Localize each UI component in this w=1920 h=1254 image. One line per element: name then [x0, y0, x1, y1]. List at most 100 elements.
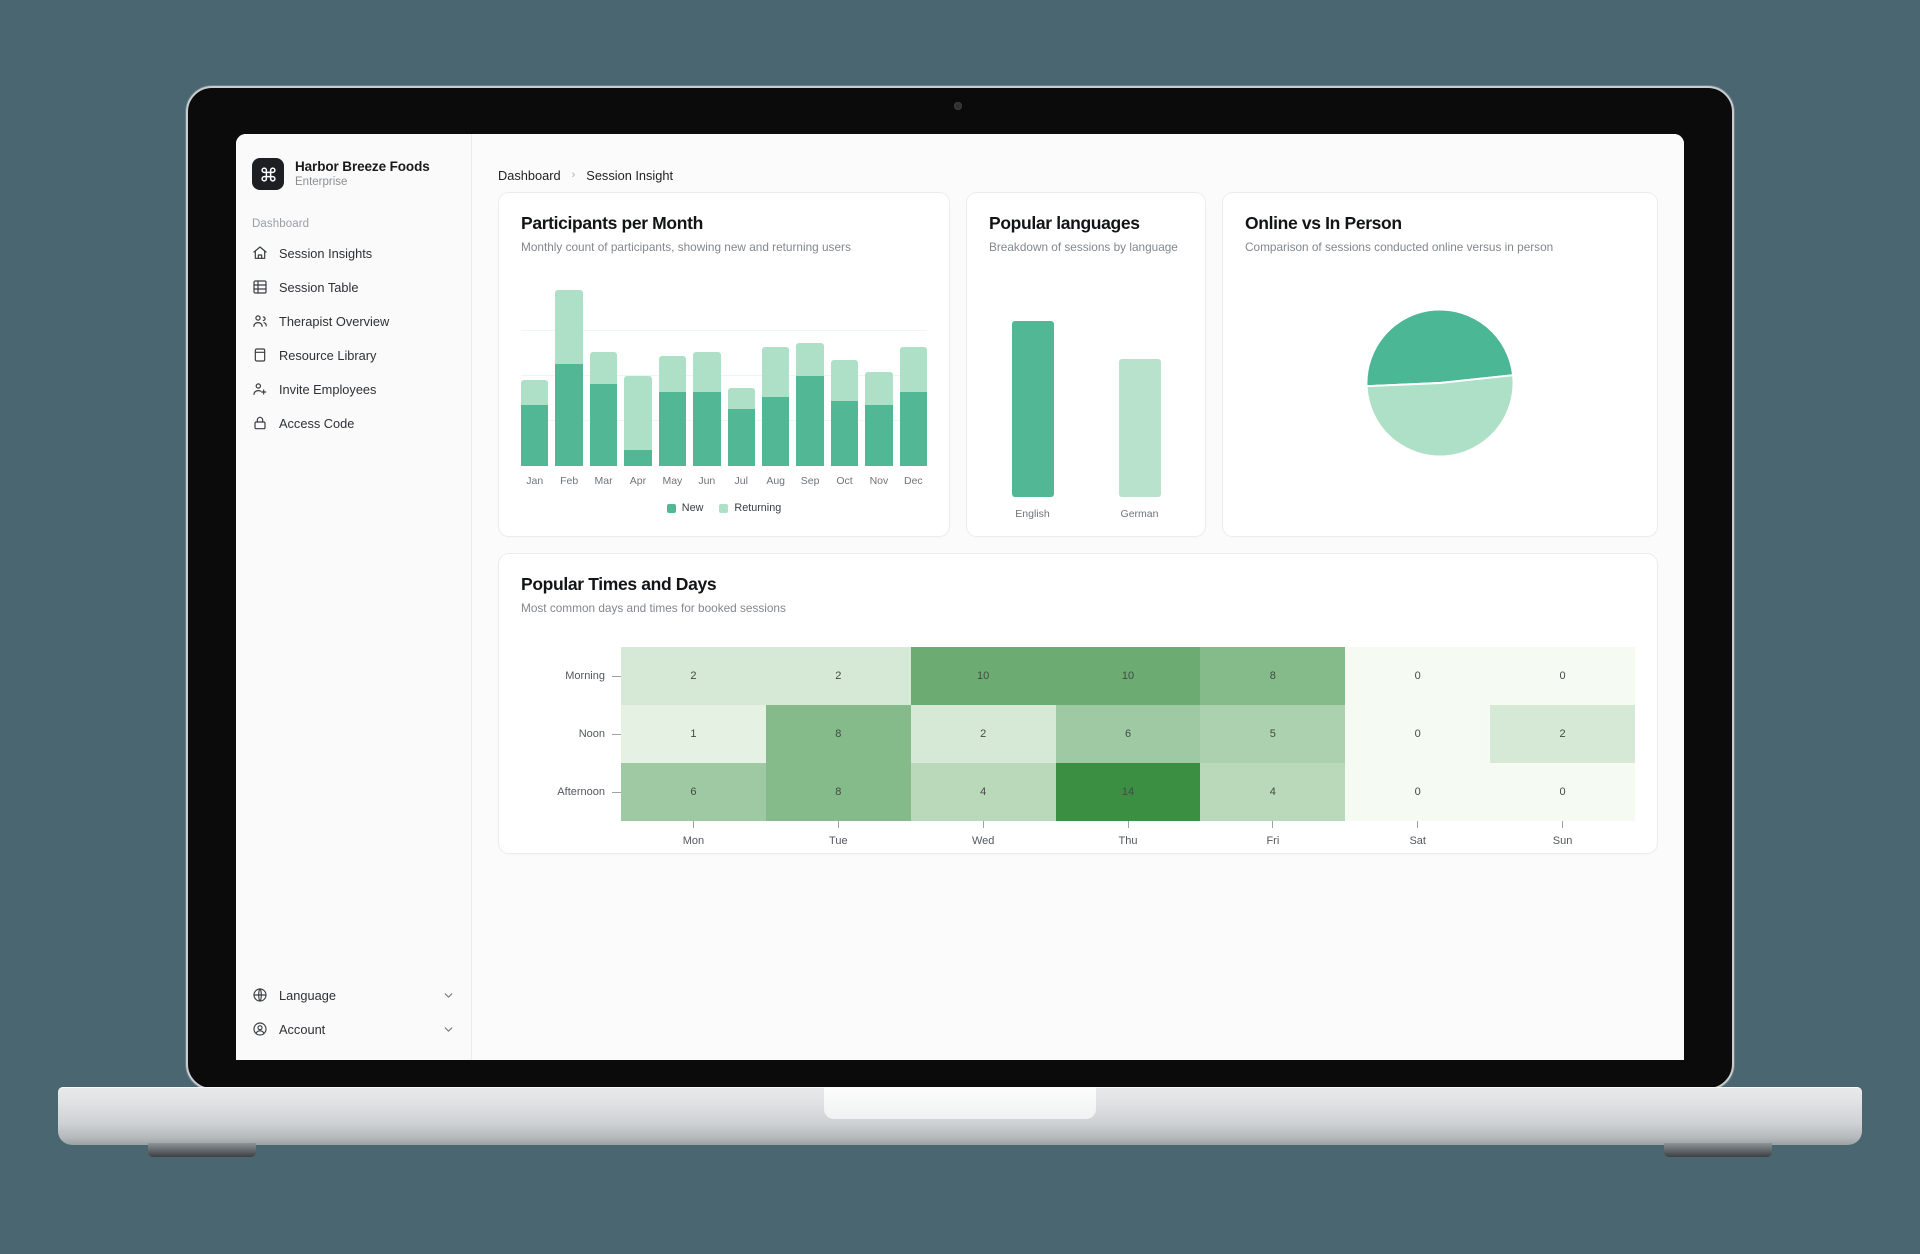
x-axis-tick: Mon — [621, 821, 766, 847]
bar-series — [521, 286, 928, 467]
bar-column[interactable] — [693, 286, 721, 467]
table-icon — [252, 279, 268, 295]
sidebar-footer-account[interactable]: Account — [236, 1012, 471, 1046]
bar-segment-returning — [693, 351, 721, 393]
sidebar-item-resource-library[interactable]: Resource Library — [236, 338, 471, 372]
laptop-mockup: Harbor Breeze Foods Enterprise Dashboard… — [0, 0, 1920, 1254]
x-axis-tick-label: Dec — [904, 475, 923, 488]
heatmap-cell[interactable]: 0 — [1345, 763, 1491, 822]
participants-x-axis-labels: Jan Feb Mar Apr May Jun Jul Aug Sep Oct Nov Dec — [521, 475, 927, 487]
x-axis-tick-label: Sat — [1409, 835, 1426, 848]
bar-column[interactable] — [865, 286, 893, 467]
legend-item[interactable]: New — [666, 502, 703, 514]
bar-column[interactable] — [624, 286, 652, 467]
language-bar[interactable] — [1118, 358, 1161, 498]
bar-column[interactable] — [521, 286, 549, 467]
heatmap-cell[interactable]: 0 — [1345, 705, 1491, 764]
sidebar-item-session-insights[interactable]: Session Insights — [236, 236, 471, 270]
x-axis-tick-label: Sep — [800, 475, 820, 488]
heatmap-cell[interactable]: 5 — [1200, 705, 1346, 764]
card-subtitle: Monthly count of participants, showing n… — [521, 240, 851, 254]
bar-segment-returning — [658, 355, 687, 393]
pie-slice[interactable]: Online — [1365, 308, 1515, 388]
axis-tick-mark — [692, 821, 694, 829]
heatmap-cell[interactable]: 4 — [1200, 763, 1346, 822]
heatmap-grid: 2 2 10 10 8 0 0 1 8 2 6 5 0 2 6 8 4 14 4 0 0 — [621, 647, 1636, 822]
bar-segment-new — [624, 449, 652, 467]
brand-plan: Enterprise — [295, 175, 348, 188]
sidebar-item-therapist-overview[interactable]: Therapist Overview — [236, 304, 471, 338]
sidebar-footer-language[interactable]: Language — [236, 978, 471, 1012]
sidebar-item-access-code[interactable]: Access Code — [236, 406, 471, 440]
bar-column[interactable] — [830, 286, 859, 467]
bar-segment-new — [727, 408, 755, 467]
heatmap-cell[interactable]: 2 — [910, 705, 1056, 764]
heatmap-cell[interactable]: 2 — [765, 647, 911, 706]
bar-column[interactable] — [658, 286, 687, 467]
breadcrumb: Dashboard › Session Insight — [472, 134, 1684, 192]
bar-column[interactable] — [761, 286, 790, 467]
heatmap-cell[interactable]: 8 — [1200, 647, 1346, 706]
bar-column[interactable] — [589, 286, 618, 467]
main-content: Dashboard › Session Insight Participants… — [472, 134, 1684, 1060]
heatmap-cell[interactable]: 0 — [1490, 647, 1636, 706]
y-axis-tick-text: Afternoon — [557, 786, 605, 799]
legend-item[interactable]: Returning — [719, 502, 781, 514]
heatmap-cell[interactable]: 14 — [1055, 763, 1201, 822]
bar-column[interactable] — [796, 286, 824, 467]
laptop-trackpad-notch — [824, 1087, 1096, 1119]
bar-segment-returning — [555, 290, 583, 364]
heatmap-cell[interactable]: 8 — [765, 705, 911, 764]
heatmap-row: 6 8 4 14 4 0 0 — [621, 763, 1636, 822]
heatmap-cell[interactable]: 2 — [621, 647, 766, 706]
heatmap-cell[interactable]: 1 — [621, 705, 766, 764]
charts-row: Participants per Month Monthly count of … — [498, 192, 1658, 538]
chevron-down-icon[interactable] — [442, 1023, 455, 1036]
users-icon — [252, 313, 268, 329]
chevron-down-icon[interactable] — [442, 989, 455, 1002]
heatmap-cell[interactable]: 10 — [1055, 647, 1201, 706]
heatmap-cell[interactable]: 6 — [1055, 705, 1201, 764]
bar-column[interactable] — [555, 286, 583, 467]
card-popular-languages: Popular languages Breakdown of sessions … — [966, 192, 1206, 538]
legend-swatch — [666, 503, 676, 513]
x-axis-tick-label: Mar — [594, 475, 613, 488]
x-axis-tick-label: May — [662, 475, 683, 488]
axis-tick-mark — [612, 733, 621, 735]
x-axis-tick-label: Fri — [1266, 835, 1280, 848]
breadcrumb-root[interactable]: Dashboard — [498, 168, 561, 183]
sidebar-item-label: Session Insights — [279, 245, 373, 261]
heatmap-cell[interactable]: 2 — [1490, 705, 1636, 764]
brand-block[interactable]: Harbor Breeze Foods Enterprise — [236, 148, 471, 198]
heatmap-row: 2 2 10 10 8 0 0 — [621, 647, 1636, 706]
heatmap-cell[interactable]: 10 — [910, 647, 1056, 706]
chevron-right-icon: › — [571, 169, 576, 181]
axis-tick-mark — [1562, 821, 1564, 829]
sidebar-item-invite-employees[interactable]: Invite Employees — [236, 372, 471, 406]
heatmap-cell[interactable]: 4 — [910, 763, 1056, 822]
heatmap-cell[interactable]: 8 — [765, 763, 911, 822]
sidebar-footer: Language Account — [236, 978, 471, 1060]
bar-segment-new — [899, 392, 928, 467]
heatmap-cell[interactable]: 0 — [1345, 647, 1491, 706]
bar-column[interactable] — [727, 286, 755, 467]
sidebar-item-session-table[interactable]: Session Table — [236, 270, 471, 304]
command-logo-icon — [252, 158, 284, 190]
sidebar-section-label: Dashboard — [252, 218, 310, 230]
sidebar: Harbor Breeze Foods Enterprise Dashboard… — [236, 134, 472, 1060]
bar-column[interactable] — [899, 286, 928, 467]
x-axis-tick-label: Jan — [526, 475, 544, 488]
bar-segment-returning — [624, 376, 652, 450]
heatmap-cell[interactable]: 0 — [1490, 763, 1636, 822]
sidebar-item-label: Session Table — [279, 279, 359, 295]
language-bar[interactable] — [1011, 321, 1054, 498]
pie-slice[interactable]: In Person — [1365, 374, 1515, 458]
x-axis-tick-label: Thu — [1118, 835, 1138, 848]
x-axis-tick: Tue — [766, 821, 911, 847]
x-axis-tick-label: Oct — [836, 475, 853, 488]
bar-segment-returning — [796, 343, 824, 377]
axis-tick-mark — [982, 821, 984, 829]
heatmap-cell[interactable]: 6 — [621, 763, 766, 822]
x-axis-tick-label: Apr — [629, 475, 647, 488]
bar-segment-new — [555, 363, 583, 467]
